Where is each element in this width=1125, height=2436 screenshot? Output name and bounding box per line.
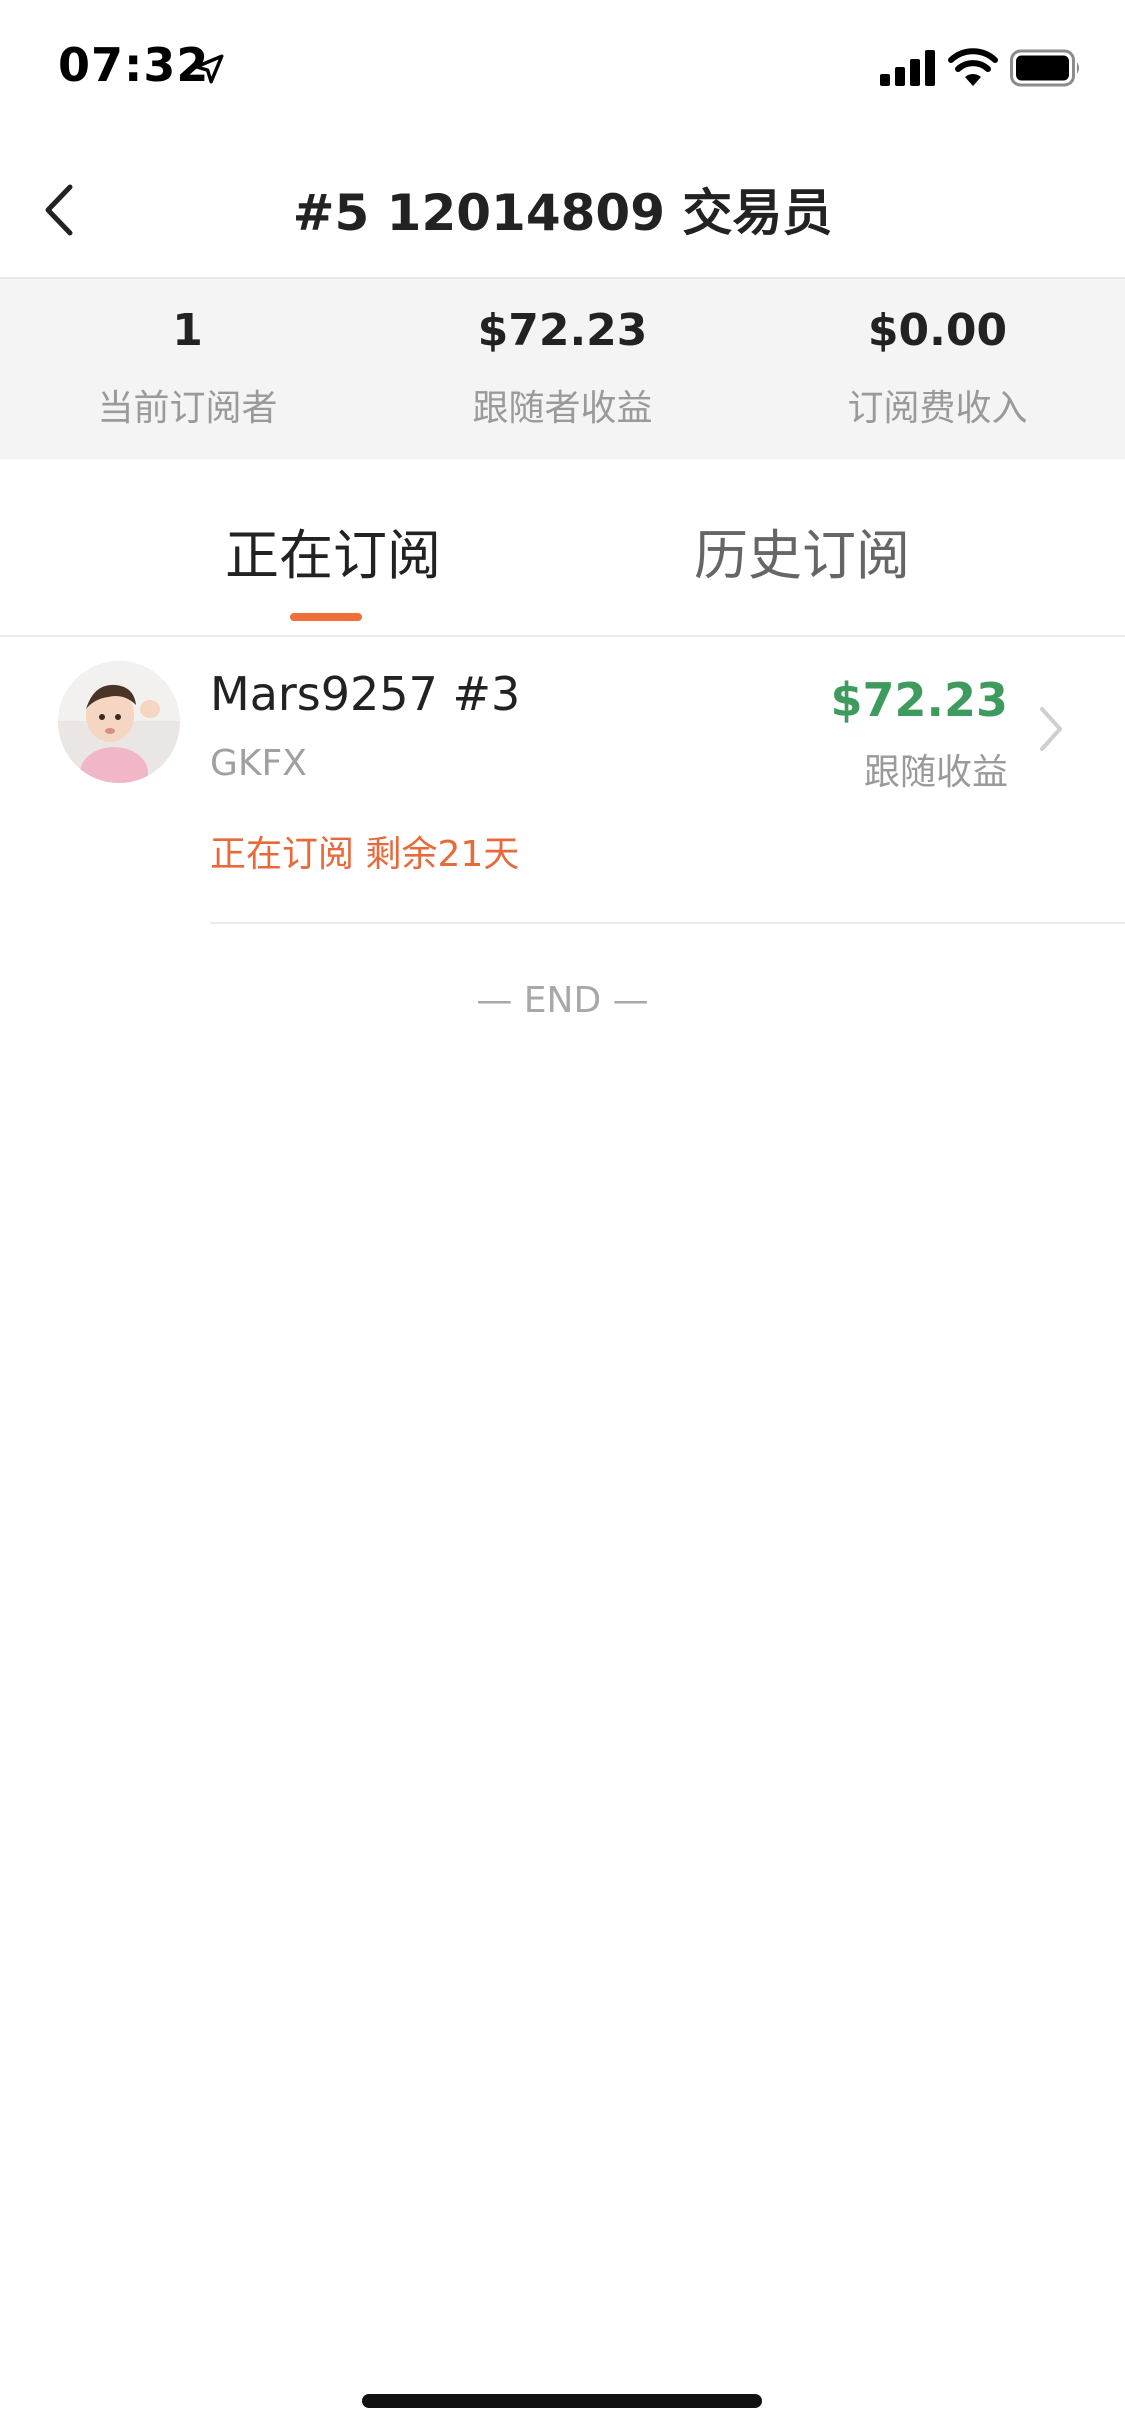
stats-panel: 1 当前订阅者 $72.23 跟随者收益 $0.00 订阅费收入 <box>0 277 1125 459</box>
stat-subscription-income: $0.00 订阅费收入 <box>750 279 1125 461</box>
subscriber-name: Mars9257 #3 <box>210 667 521 721</box>
wifi-icon <box>948 48 998 86</box>
stat-label: 当前订阅者 <box>97 388 278 429</box>
status-time: 07:32 <box>58 38 210 92</box>
divider <box>210 922 1125 924</box>
stat-value: 1 <box>172 305 203 356</box>
tab-current-subscriptions[interactable]: 正在订阅 <box>225 511 441 590</box>
stat-label: 跟随者收益 <box>472 388 653 429</box>
stat-label: 订阅费收入 <box>847 388 1028 429</box>
follow-profit-label: 跟随收益 <box>863 752 1008 793</box>
chevron-right-icon <box>1040 707 1062 751</box>
stat-subscribers: 1 当前订阅者 <box>0 279 375 461</box>
signal-icon <box>880 50 935 86</box>
broker-name: GKFX <box>210 743 307 784</box>
nav-bar: #5 12014809 交易员 <box>0 135 1125 277</box>
home-indicator <box>362 2394 762 2408</box>
tab-history-subscriptions[interactable]: 历史订阅 <box>694 511 910 590</box>
list-end-marker: — END — <box>476 980 649 1021</box>
subscription-list-item[interactable]: Mars9257 #3 GKFX 正在订阅 剩余21天 $72.23 跟随收益 <box>0 637 1125 925</box>
stat-value: $0.00 <box>867 305 1008 356</box>
active-tab-indicator <box>290 613 362 621</box>
status-bar: 07:32 <box>0 0 1125 135</box>
subscription-status: 正在订阅 剩余21天 <box>210 834 520 875</box>
stat-value: $72.23 <box>477 305 648 356</box>
follow-profit-value: $72.23 <box>830 673 1008 727</box>
avatar <box>58 661 180 783</box>
subscription-tabs: 正在订阅 历史订阅 <box>0 459 1125 637</box>
page-title: #5 12014809 交易员 <box>292 184 833 242</box>
stat-follower-profit: $72.23 跟随者收益 <box>375 279 750 461</box>
location-arrow-icon <box>194 54 224 84</box>
battery-icon <box>1010 49 1079 87</box>
